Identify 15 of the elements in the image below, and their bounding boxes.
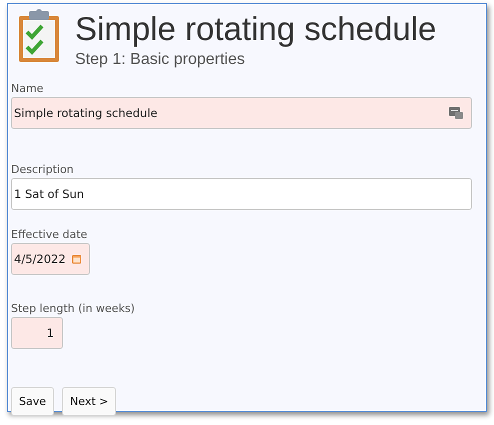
number-field[interactable]: 1 [11,317,63,349]
page-title: Simple rotating schedule [75,9,436,49]
clipboard-checklist-icon [17,8,61,64]
calendar-icon[interactable] [72,252,81,266]
field-label: Effective date [11,228,88,243]
input-field[interactable]: 1 Sat of Sun [11,178,472,210]
lookup-icon[interactable] [449,106,463,120]
field-label: Description [11,163,75,178]
input-field[interactable]: Simple rotating schedule [11,97,472,129]
save-button[interactable]: Save [11,387,54,416]
field-label: Name [11,82,44,97]
next-button[interactable]: Next > [62,387,116,416]
step-subtitle: Step 1: Basic properties [75,51,246,69]
date-field[interactable]: 4/5/2022 [11,243,90,275]
field-label: Step length (in weeks) [11,302,136,317]
